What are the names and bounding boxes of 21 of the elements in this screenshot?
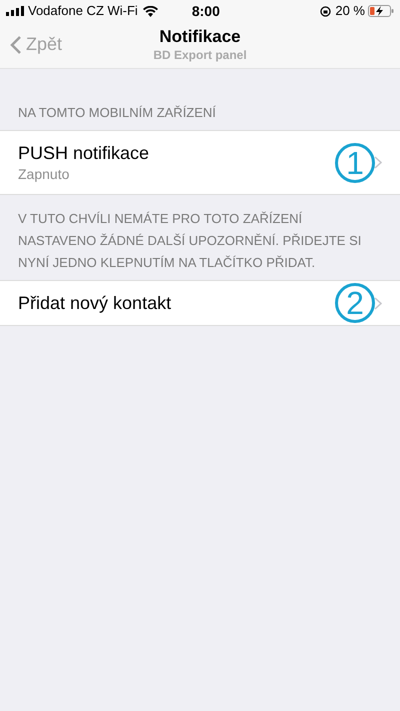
callout-number: 1 [335,142,375,182]
list-row[interactable]: Přidat nový kontakt 2 [0,280,400,326]
battery-charging-icon [368,5,394,17]
chevron-right-icon [374,156,382,169]
signal-icon [6,6,24,16]
section-header: NA TOMTO MOBILNÍM ZAŘÍZENÍ [17,104,217,122]
battery-percent: 20 % [335,2,365,20]
chevron-left-icon [10,34,22,54]
row-title: Přidat nový kontakt [18,292,172,314]
status-time: 8:00 [192,2,220,20]
screen-subtitle: BD Export panel [153,47,247,63]
callout-number: 2 [335,283,375,323]
screen-title: Notifikace [159,27,241,47]
wifi-icon [142,6,158,16]
list-row[interactable]: PUSH notifikace Zapnuto 1 [0,130,400,195]
carrier-name: Vodafone CZ Wi-Fi [28,2,138,20]
chevron-right-icon [374,296,382,310]
row-subtitle: Zapnuto [18,164,70,184]
section-header: V TUTO CHVÍLI NEMÁTE PRO TOTO ZAŘÍZENÍ NASTAVENO ŽÁDNÉ DALŠÍ UPOZORNĚNÍ. PŘIDEJTE SI NYNÍ JEDNO KLEPNUTÍM NA TLAČÍTKO PŘIDAT. [17,210,362,272]
row-title: PUSH notifikace [18,142,150,164]
rotation-lock-icon [320,6,332,16]
